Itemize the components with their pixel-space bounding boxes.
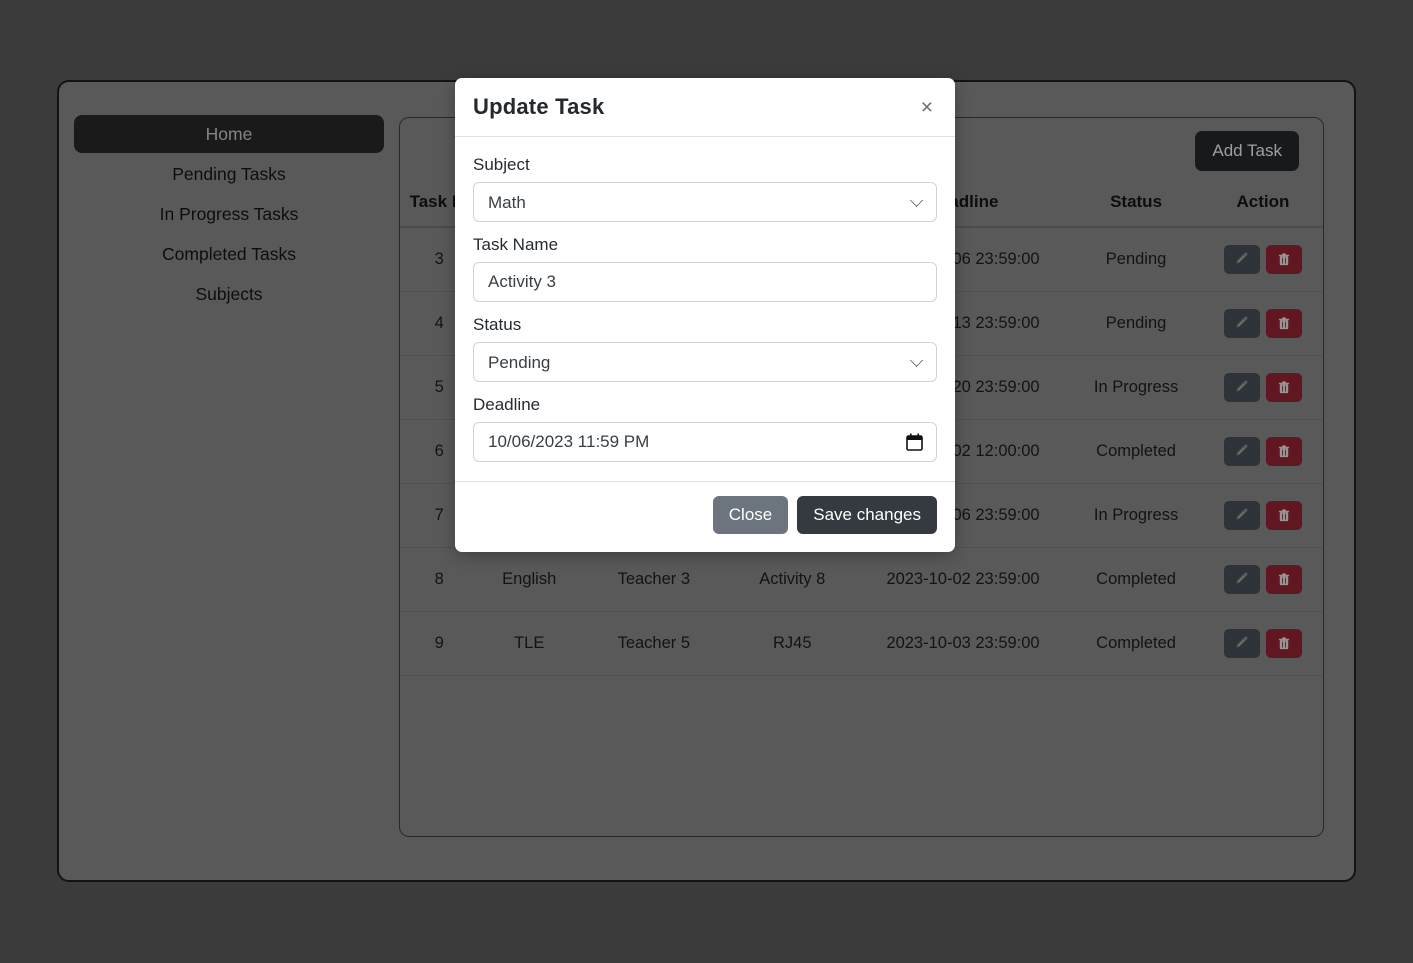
modal-title: Update Task (473, 94, 605, 119)
task-name-input[interactable] (473, 262, 937, 302)
subject-label: Subject (473, 155, 530, 174)
modal-footer: Close Save changes (455, 481, 955, 552)
status-select[interactable]: PendingIn ProgressCompleted (473, 342, 937, 382)
subject-select[interactable]: MathScienceEnglishTLE (473, 182, 937, 222)
deadline-field-wrapper (473, 422, 937, 471)
modal-header: Update Task × (455, 78, 955, 137)
save-changes-button[interactable]: Save changes (797, 496, 937, 534)
update-task-modal: Update Task × Subject MathScienceEnglish… (455, 78, 955, 552)
deadline-label: Deadline (473, 395, 541, 414)
task-name-label: Task Name (473, 235, 559, 254)
close-icon[interactable]: × (917, 95, 937, 120)
close-button[interactable]: Close (712, 496, 789, 534)
deadline-input[interactable] (473, 422, 937, 462)
status-label: Status (473, 315, 522, 334)
modal-body: Subject MathScienceEnglishTLE Task Name … (455, 137, 955, 481)
